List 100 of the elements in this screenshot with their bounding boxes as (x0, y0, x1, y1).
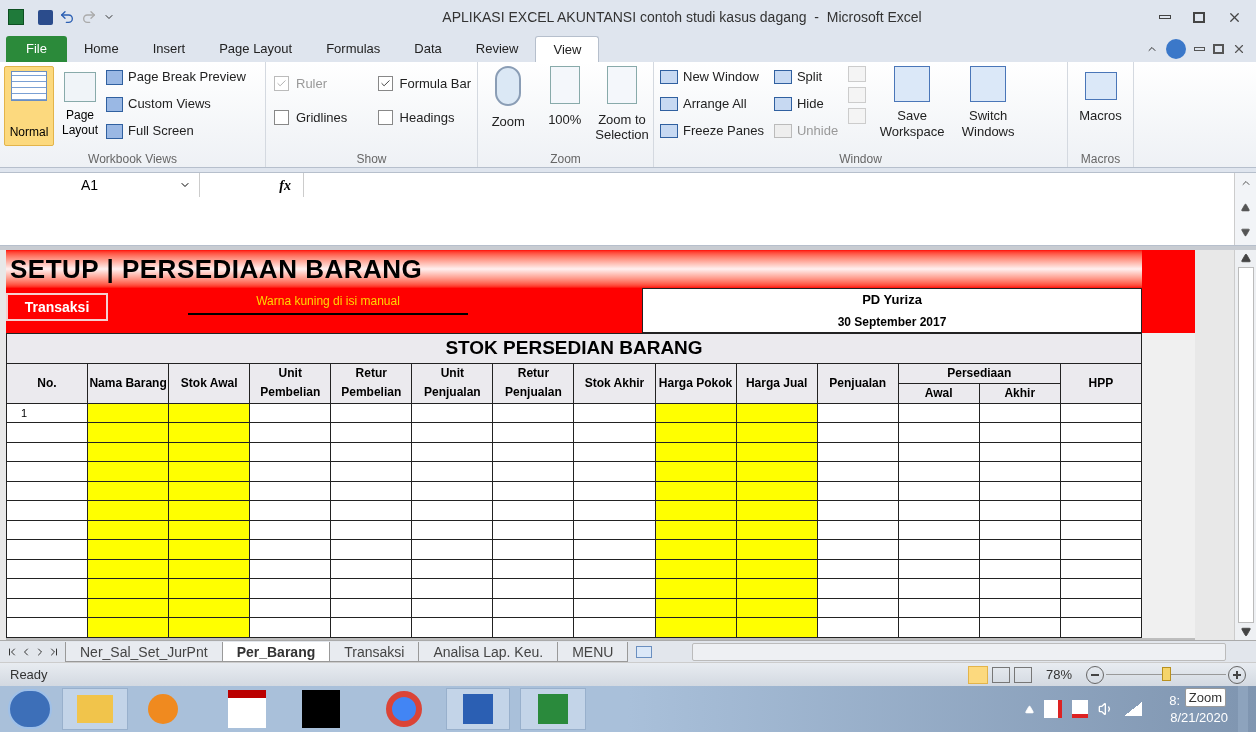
document-icon[interactable] (228, 690, 266, 728)
column-header: Akhir (1004, 386, 1036, 400)
page-break-icon (106, 69, 123, 85)
column-header: Awal (924, 386, 953, 400)
window-large-button[interactable]: Save Workspace (876, 66, 949, 140)
view-option-button[interactable]: Custom Views (106, 93, 246, 115)
view-option-button[interactable]: Page Break Preview (106, 66, 246, 88)
sheet-tab[interactable]: Per_Barang (221, 641, 331, 662)
sheet-tab[interactable]: Analisa Lap. Keu. (418, 641, 559, 662)
restore-icon (1213, 44, 1224, 54)
checkbox[interactable] (377, 76, 393, 92)
zoom-percent[interactable]: 78% (1045, 664, 1072, 685)
window-icon (773, 124, 792, 138)
window-option-button[interactable]: New Window (660, 66, 764, 88)
last-sheet-icon[interactable] (48, 645, 60, 658)
column-header: No. (37, 375, 57, 390)
window-large-button[interactable]: Switch Windows (952, 66, 1025, 140)
group-label: Window (838, 151, 883, 167)
column-header: Retur Penjualan (505, 366, 562, 399)
close-icon[interactable] (1232, 42, 1246, 56)
column-header: Retur Pembelian (341, 366, 402, 399)
page-layout-button[interactable]: Page Layout (58, 66, 102, 146)
page-break-icon (1013, 666, 1032, 683)
tray-arrow-icon[interactable] (1025, 704, 1034, 714)
custom-views-icon (106, 96, 123, 112)
redo-icon[interactable] (81, 9, 97, 25)
zoom-button[interactable]: Zoom to Selection (595, 66, 649, 142)
tooltip: Zoom (1184, 688, 1226, 707)
transaksi-button[interactable]: Transaksi (6, 293, 108, 321)
sheet-tab[interactable]: Transaksi (329, 641, 420, 662)
window-title: APLIKASI EXCEL AKUNTANSI contoh studi kasus dagang - Microsoft Excel (441, 7, 923, 27)
checkbox[interactable] (274, 109, 289, 125)
window-icon (773, 70, 792, 84)
first-sheet-icon[interactable] (6, 645, 18, 658)
normal-view-button[interactable]: Normal (4, 66, 54, 146)
checkbox[interactable] (377, 109, 393, 125)
name-box[interactable]: A1 (0, 174, 179, 196)
clock-date: 8/21/2020 (1170, 709, 1228, 726)
undo-icon[interactable] (59, 9, 75, 25)
view-option-button[interactable]: Full Screen (106, 120, 246, 142)
horizontal-scrollbar[interactable] (692, 642, 1226, 661)
scroll-down-icon[interactable] (1241, 228, 1250, 237)
zoom-button[interactable]: Zoom (482, 66, 535, 129)
window-icon (848, 108, 867, 124)
scroll-thumb[interactable] (1237, 267, 1254, 623)
zoom-slider-thumb[interactable] (1162, 667, 1171, 681)
column-header: Harga Pokok (658, 375, 733, 390)
page-icon (549, 66, 580, 104)
window-icon (660, 70, 678, 84)
window-option-button[interactable]: Freeze Panes (660, 120, 764, 142)
word-icon[interactable] (446, 688, 510, 730)
ribbon-tab[interactable]: Review (458, 36, 536, 62)
report-date: 30 September 2017 (837, 314, 947, 332)
note-text: Warna kuning di isi manual (188, 293, 468, 315)
ribbon-tab[interactable]: Page Layout (202, 36, 310, 62)
folder-icon[interactable] (62, 688, 128, 730)
file-tab[interactable]: File (6, 36, 67, 62)
scroll-up-icon[interactable] (1241, 203, 1250, 212)
column-header: Persediaan (947, 365, 1012, 380)
show-checkbox[interactable]: Headings (377, 107, 472, 127)
column-header: Nama Barang (89, 375, 167, 390)
ribbon-tab[interactable]: Formulas (309, 36, 398, 62)
window-icon (660, 124, 678, 138)
zoom-button[interactable]: 100% (538, 66, 591, 127)
company-name: PD Yuriza (862, 290, 922, 309)
normal-view-icon (967, 665, 988, 684)
column-header: Unit Penjualan (424, 366, 481, 399)
help-icon[interactable] (1166, 39, 1186, 59)
column-header: Harga Jual (745, 375, 808, 390)
excel-icon[interactable] (520, 688, 586, 730)
ribbon-tab[interactable]: View (535, 36, 600, 62)
window-option-button[interactable]: Split (773, 66, 839, 88)
status-text: Ready (10, 665, 48, 684)
sheet-tab[interactable]: MENU (557, 641, 629, 662)
show-checkbox[interactable]: Formula Bar (377, 74, 472, 94)
window-option-button[interactable]: Hide (773, 93, 839, 115)
sheet-tab[interactable]: Ner_Sal_Set_JurPnt (65, 641, 223, 662)
start-button[interactable] (8, 689, 52, 729)
ribbon-tab[interactable]: Data (397, 36, 459, 62)
group-label: Zoom (549, 151, 582, 167)
restore-icon (1193, 11, 1205, 23)
chrome-icon[interactable] (386, 691, 422, 727)
column-header: Unit Pembelian (260, 366, 321, 399)
fx-label[interactable]: fx (279, 174, 291, 196)
window-icon (773, 97, 792, 111)
macros-button[interactable]: Macros (1072, 66, 1129, 126)
group-label: Show (355, 151, 388, 167)
window-option-button[interactable]: Arrange All (660, 93, 764, 115)
ribbon-tab[interactable]: Insert (135, 36, 203, 62)
scroll-up-icon[interactable] (1240, 253, 1251, 263)
window-icon (848, 66, 867, 82)
grid-icon (11, 71, 47, 101)
show-checkbox[interactable]: Gridlines (274, 107, 368, 127)
column-header: Penjualan (829, 375, 886, 390)
column-header: Stok Akhir (584, 375, 645, 390)
ribbon-tab[interactable]: Home (66, 36, 136, 62)
column-header: HPP (1088, 375, 1114, 390)
sheet-title: SETUP | PERSEDIAAN BARANG (9, 252, 423, 286)
scroll-down-icon[interactable] (1240, 627, 1251, 637)
page-icon (64, 72, 96, 102)
